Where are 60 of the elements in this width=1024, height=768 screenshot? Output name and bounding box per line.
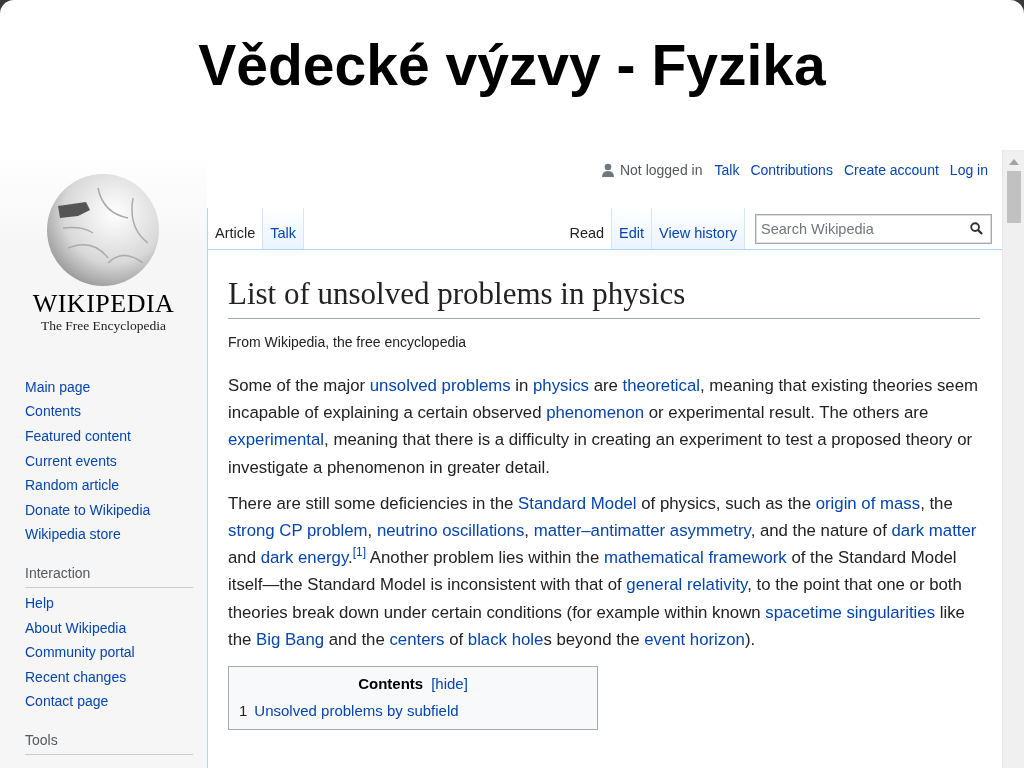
paragraph: Some of the major unsolved problems in physics are theoretical, meaning that existing theories seem incapable of explaining a certain observed phenomenon or experimental result. The others are experimental, meaning that there is a difficulty in creating an experiment to test a proposed theory or investigate a phenomenon in greater detail. — [228, 375, 979, 479]
article-link[interactable]: theoretical — [622, 376, 701, 395]
search-icon[interactable] — [970, 222, 983, 235]
sidebar-link[interactable]: Contents — [25, 399, 82, 425]
article-link[interactable]: matter–antimatter asymmetry — [533, 521, 751, 540]
contents-title: Contents — [358, 675, 424, 693]
header-link[interactable]: Contributions — [750, 162, 833, 178]
section-heading: Tools — [25, 724, 193, 755]
tab[interactable]: View history — [652, 208, 745, 250]
scroll-up-icon[interactable] — [1008, 159, 1019, 165]
sidebar-link[interactable]: Current events — [25, 448, 117, 474]
login-status: Not logged in — [619, 162, 703, 178]
sidebar-link[interactable]: Main page — [25, 374, 91, 400]
article-link[interactable]: phenomenon — [546, 403, 645, 423]
article-link[interactable]: Standard Model — [518, 493, 637, 513]
article-link[interactable]: experimental — [228, 430, 325, 450]
article-link[interactable]: Big Bang — [256, 629, 325, 649]
sidebar-link[interactable]: About Wikipedia — [25, 615, 127, 641]
scroll-thumb[interactable] — [1006, 171, 1021, 223]
header-link[interactable]: Create account — [843, 162, 939, 178]
article-link[interactable]: event horizon — [644, 629, 745, 649]
article-link[interactable]: dark matter — [891, 521, 977, 540]
user-icon — [601, 163, 614, 177]
article-link[interactable]: strong CP problem — [228, 521, 368, 540]
header-link[interactable]: Talk — [714, 162, 740, 178]
paragraph: There are still some deficiencies in the Standard Model of physics, such as the origin of mass, the strong CP problem, neutrino oscillations, matter–antimatter asymmetry, and the nature of dark matter and dark energy.$^{[1]}$ Another problem lies within the mathematical framework of the Standard Model itself—the Standard Model is inconsistent with that of general relativity, to the point that one or both theories break down under certain conditions (for example within known spacetime singularities like the Big Bang and the centers of black holes beyond the event horizon). — [228, 492, 978, 651]
article-link[interactable]: spacetime singularities — [765, 602, 936, 622]
search-field[interactable]: Search Wikipedia — [755, 214, 992, 244]
article-link[interactable]: neutrino oscillations — [376, 521, 525, 540]
article-link[interactable]: black hole — [467, 629, 544, 649]
sidebar-link[interactable]: Help — [25, 591, 54, 616]
sidebar-link[interactable]: Featured content — [25, 424, 131, 449]
section-heading: Interaction — [25, 557, 193, 589]
sidebar-link[interactable]: Recent changes — [25, 664, 127, 690]
article-tagline: From Wikipedia, the free encyclopedia — [228, 334, 468, 350]
article-link[interactable]: physics — [533, 376, 589, 395]
tab[interactable]: Talk — [263, 208, 305, 250]
scrollbar[interactable] — [1002, 150, 1024, 768]
tab[interactable]: Article — [207, 208, 264, 250]
slide-title: Vědecké výzvy - Fyzika — [198, 32, 826, 99]
sidebar-link[interactable]: Contact page — [25, 689, 109, 714]
article-link[interactable]: centers — [389, 629, 445, 649]
sidebar-link[interactable]: Random article — [25, 473, 120, 498]
article-link[interactable]: origin of mass — [815, 493, 921, 513]
sidebar-link[interactable]: Donate to Wikipedia — [25, 497, 151, 523]
article-title: List of unsolved problems in physics — [228, 274, 980, 319]
hide-link[interactable]: [hide] — [431, 675, 468, 693]
article-link[interactable]: general relativity — [626, 575, 748, 595]
article-link[interactable]: dark energy — [260, 548, 349, 568]
article-link[interactable]: mathematical framework — [603, 548, 787, 568]
reference-link[interactable]: [1] — [352, 545, 367, 560]
wordmark: WIKIPEDIA — [32, 290, 175, 318]
tagline: The Free Encyclopedia — [40, 318, 167, 334]
contents-number: 1 — [239, 702, 248, 720]
sidebar-link[interactable]: Wikipedia store — [25, 522, 121, 548]
tab[interactable]: Edit — [612, 208, 653, 250]
article-link[interactable]: unsolved problems — [369, 376, 511, 395]
toc-entry-link[interactable]: Unsolved problems by subfield — [254, 702, 459, 720]
header-link[interactable]: Log in — [949, 162, 988, 178]
sidebar-link[interactable]: Community portal — [25, 640, 135, 665]
